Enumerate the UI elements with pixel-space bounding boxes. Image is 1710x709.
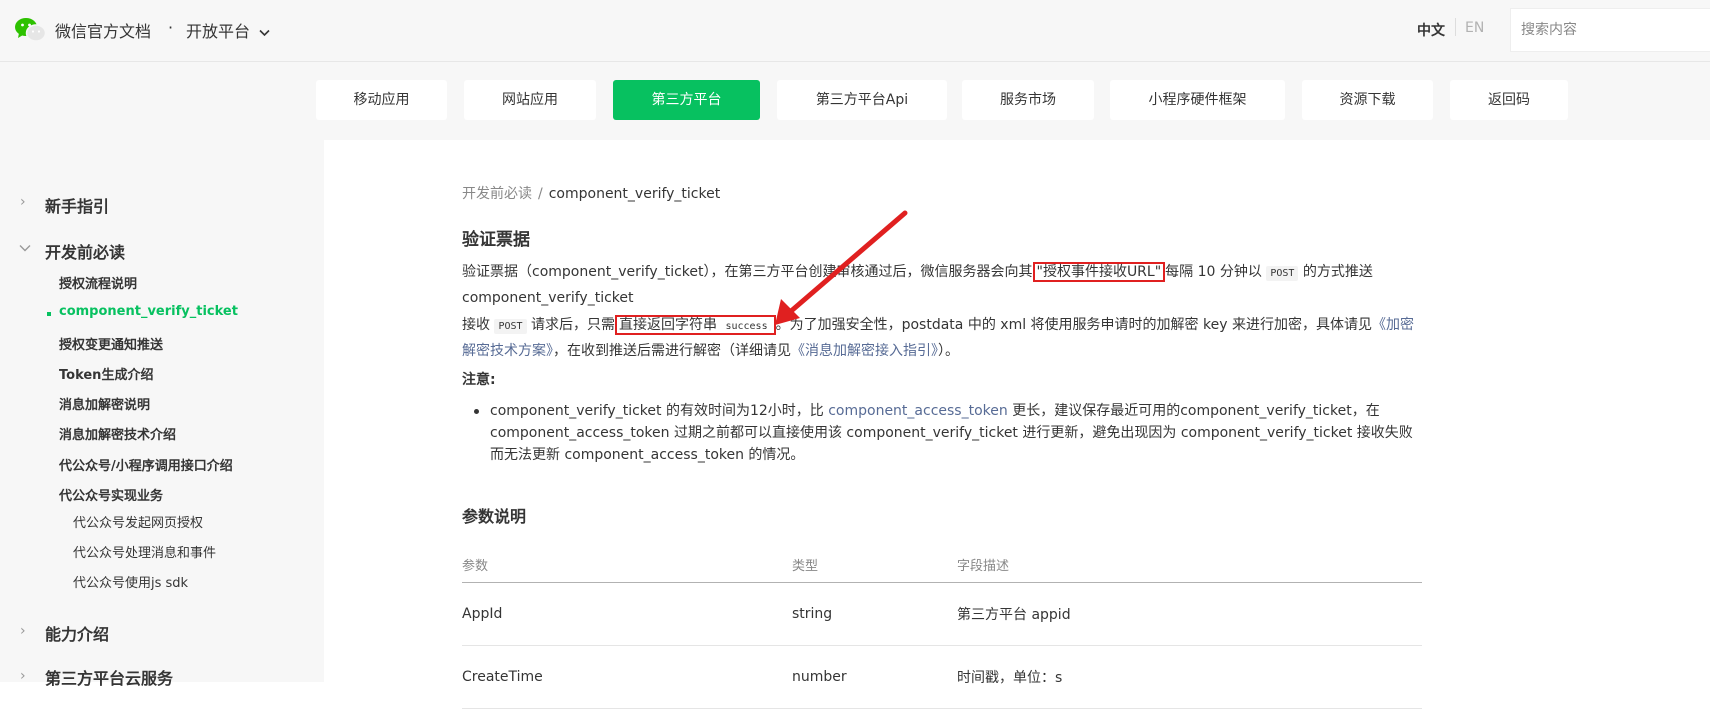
sidebar-section-before-dev[interactable]: 开发前必读: [45, 239, 125, 263]
highlight-success-text: 直接返回字符串: [619, 317, 717, 333]
sidebar-section-cloud-service[interactable]: 第三方平台云服务: [45, 665, 173, 689]
sidebar-item-component-verify-ticket[interactable]: component_verify_ticket: [59, 304, 238, 319]
search-input[interactable]: [1510, 8, 1710, 52]
cell-param: CreateTime: [462, 645, 792, 709]
breadcrumb-current: component_verify_ticket: [548, 186, 721, 202]
cell-type: number: [792, 645, 957, 709]
sidebar-subitem-handle-msg[interactable]: 代公众号处理消息和事件: [73, 542, 216, 561]
p1-text-a: 验证票据（component_verify_ticket），在第三方平台创建审核…: [462, 264, 1033, 280]
chevron-right-icon[interactable]: ›: [20, 623, 26, 639]
nav-resource-download[interactable]: 资源下载: [1302, 80, 1433, 120]
sidebar-subitem-jssdk[interactable]: 代公众号使用js sdk: [73, 572, 188, 591]
product-nav: 移动应用 网站应用 第三方平台 第三方平台Api 服务市场 小程序硬件框架 资源…: [0, 62, 1710, 140]
nav-hardware-framework[interactable]: 小程序硬件框架: [1110, 80, 1285, 120]
highlight-success: 直接返回字符串 success: [615, 315, 776, 335]
link-encrypt-guide[interactable]: 《消息加解密接入指引》: [791, 343, 938, 359]
link-component-access-token[interactable]: component_access_token: [828, 403, 1008, 419]
lang-zh-button[interactable]: 中文: [1417, 20, 1445, 40]
title-separator: ·: [168, 18, 174, 37]
sidebar: [0, 140, 324, 682]
params-title: 参数说明: [462, 507, 527, 526]
chevron-down-icon[interactable]: [19, 244, 31, 252]
sidebar-section-capabilities[interactable]: 能力介绍: [45, 621, 109, 645]
nav-service-market[interactable]: 服务市场: [962, 80, 1094, 120]
site-title[interactable]: 微信官方文档: [55, 18, 151, 42]
sidebar-item-business[interactable]: 代公众号实现业务: [59, 485, 163, 504]
bullet-dot: [474, 409, 479, 414]
breadcrumb-parent[interactable]: 开发前必读: [462, 186, 532, 202]
p2-text-c: 。为了加强安全性，postdata 中的 xml 将使用服务申请时的加解密 ke…: [775, 317, 1372, 333]
header-param: 参数: [462, 546, 792, 583]
table-row: CreateTime number 时间戳，单位：s: [462, 645, 1422, 709]
breadcrumb-separator: /: [538, 186, 543, 202]
lang-divider: [1455, 18, 1456, 36]
inline-code-post: POST: [494, 319, 527, 334]
table-row: AppId string 第三方平台 appid: [462, 582, 1422, 646]
breadcrumb: 开发前必读 / component_verify_ticket: [462, 183, 720, 203]
bullet-text-a: component_verify_ticket 的有效时间为12小时，比: [490, 403, 824, 419]
sidebar-item-auth-flow[interactable]: 授权流程说明: [59, 273, 137, 292]
sidebar-item-auth-change-push[interactable]: 授权变更通知推送: [59, 334, 163, 353]
lang-en-button[interactable]: EN: [1465, 20, 1484, 36]
header-type: 类型: [792, 546, 957, 583]
notes-list: component_verify_ticket 的有效时间为12小时，比 com…: [462, 400, 1422, 466]
cell-desc: 时间戳，单位：s: [957, 645, 1422, 709]
note-label: 注意:: [462, 372, 496, 388]
list-item: component_verify_ticket 的有效时间为12小时，比 com…: [474, 400, 1422, 466]
sidebar-section-getting-started[interactable]: 新手指引: [45, 193, 109, 217]
inline-code-success: success: [725, 321, 768, 332]
nav-third-party-api[interactable]: 第三方平台Api: [777, 80, 947, 120]
highlight-url: "授权事件接收URL": [1032, 262, 1166, 282]
platform-dropdown[interactable]: 开放平台: [186, 18, 270, 42]
cell-desc: 第三方平台 appid: [957, 582, 1422, 646]
active-indicator: [47, 312, 51, 316]
intro-paragraph: 验证票据（component_verify_ticket），在第三方平台创建审核…: [462, 260, 1422, 310]
p2-text-a: 接收: [462, 317, 490, 333]
chevron-down-icon: [259, 29, 270, 37]
sidebar-subitem-web-auth[interactable]: 代公众号发起网页授权: [73, 512, 203, 531]
p1-text-b: 每隔 10 分钟以: [1165, 264, 1262, 280]
page-title: 验证票据: [462, 230, 530, 250]
nav-return-codes[interactable]: 返回码: [1450, 80, 1568, 120]
params-table: 参数 类型 字段描述 AppId string 第三方平台 appid Crea…: [462, 546, 1422, 709]
cell-param: AppId: [462, 582, 792, 646]
p2-text-e: ）。: [938, 343, 959, 359]
cell-type: string: [792, 582, 957, 646]
p2-text-b: 请求后，只需: [531, 317, 615, 333]
p2-text-d: ，在收到推送后需进行解密（详细请见: [553, 343, 791, 359]
header-desc: 字段描述: [957, 546, 1422, 583]
nav-mobile-app[interactable]: 移动应用: [316, 80, 447, 120]
nav-third-party-platform[interactable]: 第三方平台: [613, 80, 760, 120]
chevron-right-icon[interactable]: ›: [20, 194, 26, 210]
receive-paragraph: 接收 POST 请求后，只需 直接返回字符串 success 。为了加强安全性，po…: [462, 313, 1422, 363]
platform-label: 开放平台: [186, 22, 251, 41]
nav-website-app[interactable]: 网站应用: [464, 80, 596, 120]
wechat-logo-icon[interactable]: [15, 17, 46, 43]
sidebar-item-msg-encrypt-tech[interactable]: 消息加解密技术介绍: [59, 424, 176, 443]
table-header-row: 参数 类型 字段描述: [462, 546, 1422, 583]
sidebar-item-token-intro[interactable]: Token生成介绍: [59, 364, 153, 383]
inline-code-post: POST: [1266, 266, 1299, 281]
sidebar-item-api-intro[interactable]: 代公众号/小程序调用接口介绍: [59, 455, 233, 474]
sidebar-item-msg-encrypt[interactable]: 消息加解密说明: [59, 394, 150, 413]
top-bar: 微信官方文档 · 开放平台 中文 EN: [0, 0, 1710, 62]
